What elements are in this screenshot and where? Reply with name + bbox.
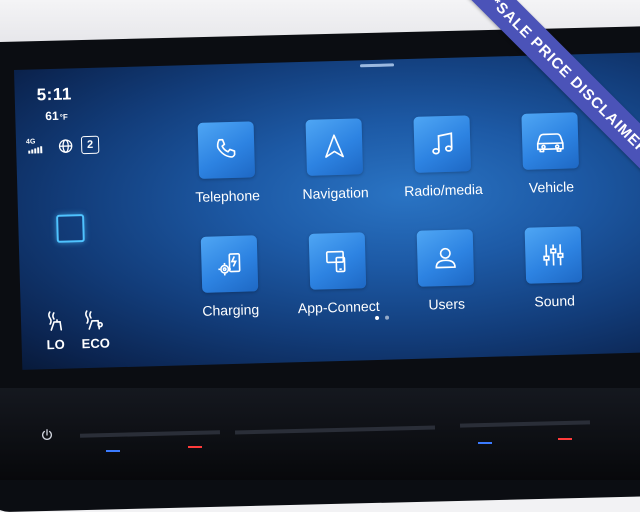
page-indicator [375, 316, 389, 320]
seat-heat-icon [43, 309, 68, 334]
seat-ventilation-icon [81, 307, 110, 332]
climate-control-bar [0, 388, 640, 480]
page-dot[interactable] [385, 316, 389, 320]
network-type: 4G [26, 138, 36, 145]
cool-indicator-right [478, 442, 492, 444]
seat-heater-right[interactable]: ECO [81, 307, 110, 351]
seat-right-mode: ECO [81, 335, 110, 351]
outside-temperature: 61°F [45, 109, 68, 124]
charging-icon [201, 235, 259, 293]
temperature-slider-right[interactable] [460, 420, 590, 427]
app-label: Charging [171, 300, 291, 319]
app-users[interactable]: Users [385, 228, 507, 313]
temperature-slider-left[interactable] [80, 430, 220, 437]
app-sound[interactable]: Sound [493, 225, 615, 310]
app-label: App-Connect [279, 297, 399, 316]
status-indicators: 4G 2 [26, 136, 99, 156]
app-label: Radio/media [383, 180, 503, 199]
app-label: Telephone [167, 186, 287, 205]
app-telephone[interactable]: Telephone [166, 120, 288, 205]
phone-icon [198, 121, 256, 179]
navigation-arrow-icon [306, 118, 364, 176]
temperature-value: 61 [45, 109, 59, 123]
cool-indicator-left [106, 450, 120, 452]
seat-heater-left[interactable]: LO [43, 309, 68, 353]
page-dot[interactable] [375, 316, 379, 320]
fan-slider[interactable] [235, 426, 435, 435]
app-vehicle[interactable]: Vehicle [489, 111, 611, 196]
heat-indicator-right [558, 438, 572, 440]
infotainment-screen: 5:11 61°F 4G 2 LO [14, 52, 640, 369]
home-button[interactable] [56, 214, 85, 243]
notification-badge[interactable]: 2 [81, 136, 99, 154]
app-label: Vehicle [491, 177, 611, 196]
app-radio-media[interactable]: Radio/media [381, 114, 503, 199]
app-label: Users [387, 294, 507, 313]
clock: 5:11 [36, 84, 72, 105]
status-panel: 5:11 61°F [36, 84, 72, 105]
globe-icon [58, 138, 73, 153]
user-icon [417, 229, 475, 287]
app-charging[interactable]: Charging [169, 234, 291, 319]
music-note-icon [413, 115, 471, 173]
home-handle[interactable] [360, 63, 394, 67]
temperature-unit: °F [60, 113, 68, 122]
car-icon [521, 112, 579, 170]
heat-indicator-left [188, 446, 202, 448]
app-label: Sound [494, 291, 614, 310]
app-label: Navigation [275, 183, 395, 202]
equalizer-icon [525, 226, 583, 284]
app-connect-icon [309, 232, 367, 290]
app-navigation[interactable]: Navigation [274, 117, 396, 202]
power-icon[interactable] [40, 428, 54, 447]
cellular-signal-icon: 4G [26, 139, 50, 154]
app-app-connect[interactable]: App-Connect [277, 231, 399, 316]
seat-left-level: LO [43, 337, 67, 353]
